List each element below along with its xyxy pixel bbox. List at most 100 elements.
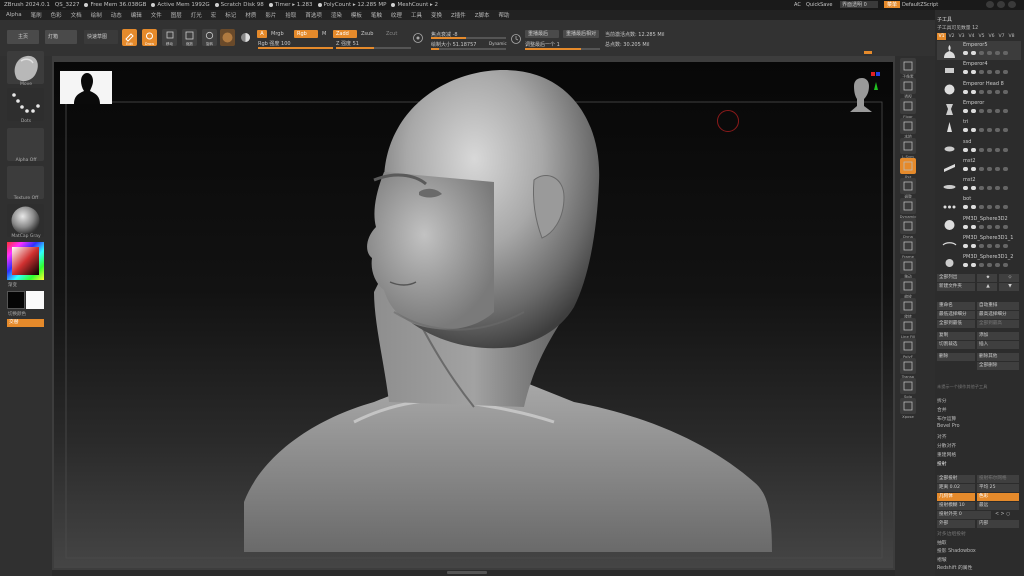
menu-item[interactable]: 渲染 xyxy=(331,11,342,19)
menus-button[interactable]: 菜单 xyxy=(884,1,901,8)
subtool-op-button[interactable]: 删除 xyxy=(937,353,975,361)
shelf-button-icon[interactable] xyxy=(900,278,916,294)
shelf-button-icon[interactable] xyxy=(900,318,916,334)
silhouette-thumbnail[interactable] xyxy=(60,71,112,104)
subtool-row[interactable]: mst2 xyxy=(937,157,1021,176)
arrow-up-icon[interactable]: ▲ xyxy=(977,283,997,291)
draw-size-label[interactable]: 绘制大小 51.18757 xyxy=(431,41,476,48)
project-boolean-button[interactable]: 投射布尔网格 xyxy=(977,475,1019,483)
menu-item[interactable]: 宏 xyxy=(211,11,217,19)
menu-item[interactable]: 变换 xyxy=(431,11,442,19)
maximize-icon[interactable] xyxy=(997,1,1005,8)
material-thumbnail[interactable] xyxy=(7,204,44,237)
subtool-toggle-icons[interactable] xyxy=(963,128,1018,133)
shelf-button-icon[interactable] xyxy=(900,258,916,274)
subtool-toggle-icons[interactable] xyxy=(963,89,1018,95)
visibility-set-tab[interactable]: V6 xyxy=(987,33,996,40)
menu-item[interactable]: 绘制 xyxy=(91,11,102,19)
menu-item[interactable]: 色彩 xyxy=(51,11,62,19)
m-toggle[interactable]: M xyxy=(322,31,326,37)
shelf-button-icon[interactable] xyxy=(900,198,916,214)
menu-item[interactable]: 工具 xyxy=(411,11,422,19)
subtool-row[interactable]: Emperor5 xyxy=(937,41,1021,60)
visibility-set-tab[interactable]: V4 xyxy=(967,33,976,40)
menu-item[interactable]: 首选项 xyxy=(305,11,322,19)
subtool-op-button[interactable]: 添加 xyxy=(977,332,1019,340)
subtool-section-header[interactable]: 抽取 xyxy=(937,539,947,546)
menu-item[interactable]: 文档 xyxy=(71,11,82,19)
menu-item[interactable]: 动态 xyxy=(111,11,122,19)
subtool-section-header[interactable]: 合并 xyxy=(937,406,947,413)
visibility-set-tab[interactable]: V8 xyxy=(1007,33,1016,40)
mrgb-toggle[interactable]: Mrgb xyxy=(271,31,284,37)
texture-thumbnail[interactable] xyxy=(7,166,44,199)
subtool-section-header[interactable]: 重建网格 xyxy=(937,451,956,458)
menu-item[interactable]: 纹理 xyxy=(391,11,402,19)
color-button[interactable]: 色彩 xyxy=(977,493,1019,501)
subtool-op-button[interactable]: 最低选择细分 xyxy=(937,311,975,319)
subtool-row[interactable]: PM3D_Sphere3D1_1 xyxy=(937,234,1021,253)
interface-transparency-slider[interactable]: 界面透明 0 xyxy=(840,1,878,8)
replay-last-button[interactable]: 重播最后 xyxy=(525,30,559,38)
subtool-row[interactable]: Emperor4 xyxy=(937,60,1021,79)
subtool-toggle-icons[interactable] xyxy=(963,224,1018,230)
outer-button[interactable]: 外部 xyxy=(937,520,975,528)
menu-item[interactable]: 模板 xyxy=(351,11,362,19)
alternate-button[interactable]: 交替 xyxy=(7,319,44,327)
project-all-button[interactable]: 全部投射 xyxy=(937,475,975,483)
toolbar-scroll-indicator[interactable] xyxy=(864,51,872,54)
minimize-icon[interactable] xyxy=(986,1,994,8)
subtool-row[interactable]: tri xyxy=(937,118,1021,137)
subtool-section-header[interactable]: 对齐 xyxy=(937,433,947,440)
stroke-thumbnail[interactable] xyxy=(7,88,44,121)
subtool-toggle-icons[interactable] xyxy=(963,108,1018,114)
home-page-button[interactable]: 主页 xyxy=(7,30,39,44)
shelf-button-icon[interactable] xyxy=(900,238,916,254)
main-color-swatch[interactable] xyxy=(7,291,25,309)
subtool-op-button[interactable]: 自动重排 xyxy=(977,302,1019,310)
rgb-intensity-label[interactable]: Rgb 强度 100 xyxy=(258,40,291,47)
rgb-intensity-slider[interactable] xyxy=(258,47,333,49)
menu-item[interactable]: 笔触 xyxy=(371,11,382,19)
subtool-toggle-icons[interactable] xyxy=(963,263,1018,268)
shell-direction-icons[interactable]: < > ○ xyxy=(995,512,1010,517)
menu-item[interactable]: 编辑 xyxy=(131,11,142,19)
shelf-button-icon[interactable] xyxy=(900,178,916,194)
subtool-toggle-icons[interactable] xyxy=(963,147,1018,153)
visibility-set-tab[interactable]: V3 xyxy=(957,33,966,40)
menu-item[interactable]: 灯光 xyxy=(191,11,202,19)
shelf-button-icon[interactable] xyxy=(900,378,916,394)
visibility-set-tab[interactable]: V2 xyxy=(947,33,956,40)
subtool-row[interactable]: ssd xyxy=(937,138,1021,157)
menu-item[interactable]: 文件 xyxy=(151,11,162,19)
ac-button[interactable]: AC xyxy=(794,2,801,8)
draw-size-slider[interactable] xyxy=(431,48,506,50)
subtool-toggle-icons[interactable] xyxy=(963,51,1018,56)
mean-slider[interactable]: 平均 25 xyxy=(977,484,1019,492)
subtool-toggle-icons[interactable] xyxy=(963,166,1018,172)
subtool-op-button[interactable]: 重命名 xyxy=(937,302,975,310)
menu-item[interactable]: Alpha xyxy=(6,12,22,18)
a-mode-button[interactable]: A xyxy=(257,30,267,38)
subtool-op-button[interactable]: 切割裁选 xyxy=(937,341,975,349)
list-all-button[interactable]: 全部列出 xyxy=(937,274,975,282)
subtool-op-button[interactable]: 插入 xyxy=(977,341,1019,349)
subtool-section-header[interactable]: Bevel Pro xyxy=(937,424,960,429)
shelf-button-icon[interactable] xyxy=(900,338,916,354)
quicksave-button[interactable]: QuickSave xyxy=(806,2,832,8)
subtool-section-header[interactable]: 投影 Shadowbox xyxy=(937,547,976,554)
document-canvas[interactable] xyxy=(54,62,893,568)
color-picker-icon[interactable] xyxy=(238,29,253,46)
zcut-toggle[interactable]: Zcut xyxy=(386,31,397,37)
menu-item[interactable]: 笔刷 xyxy=(31,11,42,19)
close-icon[interactable] xyxy=(1008,1,1016,8)
edit-mode-icon[interactable]: Edit xyxy=(122,29,137,46)
shelf-button-icon[interactable] xyxy=(900,118,916,134)
subtool-op-button[interactable]: 全部到最高 xyxy=(977,320,1019,328)
subtool-section-header[interactable]: 对多边组投射 xyxy=(937,530,966,537)
move-up-icon[interactable]: ⬥ xyxy=(977,274,997,282)
rgb-toggle[interactable]: Rgb xyxy=(294,30,318,38)
arrow-down-icon[interactable]: ▼ xyxy=(999,283,1019,291)
subtool-panel-title[interactable]: 子工具 xyxy=(937,16,952,23)
subtool-section-header[interactable]: 拆分 xyxy=(937,397,947,404)
